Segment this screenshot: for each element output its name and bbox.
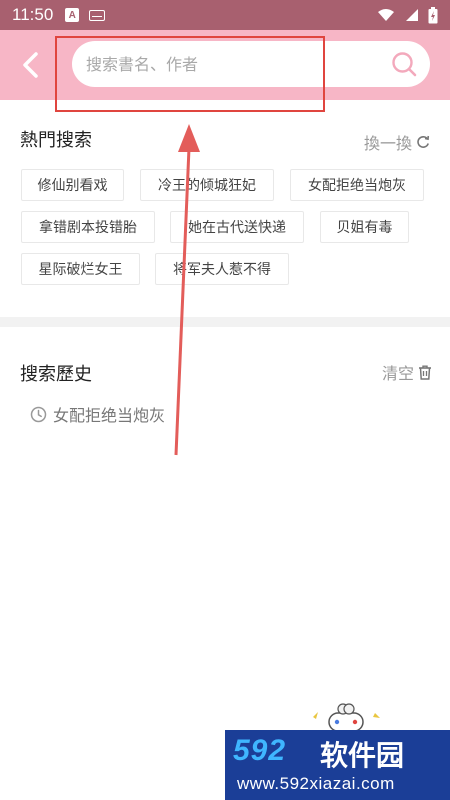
hot-tag[interactable]: 拿错剧本投错胎	[21, 211, 155, 243]
search-box[interactable]	[72, 41, 430, 87]
clear-history-button[interactable]: 清空	[382, 360, 432, 384]
back-button[interactable]	[14, 48, 48, 82]
hot-tag[interactable]: 冷王的倾城狂妃	[140, 169, 274, 201]
hot-tag[interactable]: 将军夫人惹不得	[155, 253, 289, 285]
search-header	[0, 30, 450, 100]
hot-tag[interactable]: 星际破烂女王	[21, 253, 140, 285]
status-bar: 11:50 A	[0, 0, 450, 30]
signal-icon	[406, 9, 418, 21]
battery-icon	[428, 6, 438, 23]
keyboard-icon	[89, 9, 106, 21]
search-icon[interactable]	[390, 50, 418, 78]
history-item[interactable]: 女配拒绝当炮灰	[30, 402, 165, 426]
refresh-label: 換一換	[364, 134, 413, 153]
hot-tag[interactable]: 她在古代送快递	[170, 211, 304, 243]
history-item-label: 女配拒绝当炮灰	[53, 406, 166, 425]
trash-icon	[419, 365, 432, 380]
refresh-icon	[417, 135, 430, 148]
a-badge-icon: A	[65, 8, 80, 22]
refresh-button[interactable]: 換一換	[364, 130, 430, 154]
watermark-url: www.592xiazai.com	[237, 774, 395, 793]
watermark-name: 软件园	[320, 739, 405, 772]
watermark-logo: 592 软件园 www.592xiazai.com	[225, 730, 450, 800]
back-arrow-icon	[23, 52, 38, 78]
hot-search-title: 熱門搜索	[20, 130, 92, 151]
hot-tag[interactable]: 贝姐有毒	[320, 211, 409, 243]
watermark-number: 592	[233, 734, 287, 767]
clear-label: 清空	[382, 364, 415, 383]
status-time: 11:50	[12, 5, 54, 24]
wifi-icon	[378, 9, 394, 21]
clock-icon	[30, 406, 47, 422]
search-input[interactable]	[86, 54, 390, 74]
hot-tag[interactable]: 修仙别看戏	[21, 169, 124, 201]
gamepad-icon	[313, 703, 380, 732]
hot-tag[interactable]: 女配拒绝当炮灰	[290, 169, 424, 201]
annotation-arrow	[174, 124, 200, 456]
section-divider	[0, 317, 450, 327]
status-icons	[377, 6, 438, 24]
history-title: 搜索歷史	[20, 364, 92, 385]
